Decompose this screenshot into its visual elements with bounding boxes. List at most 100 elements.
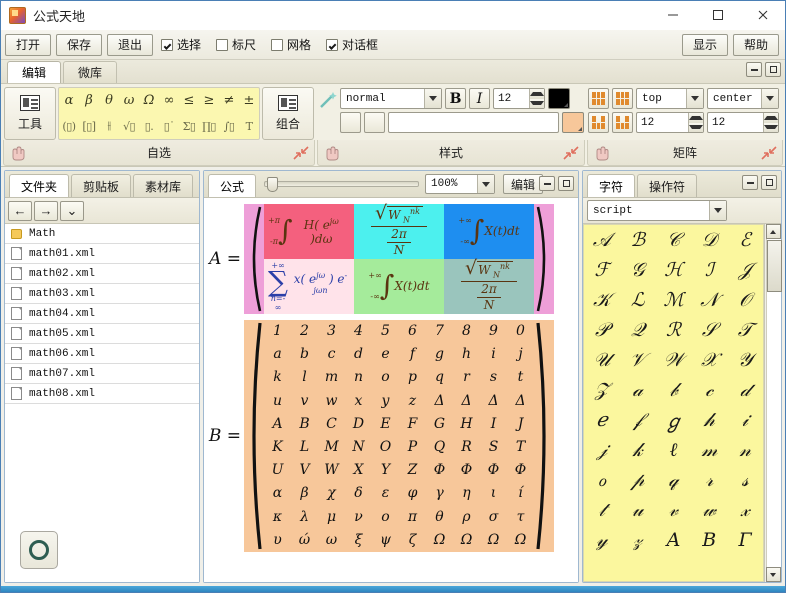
cell-b-9-7[interactable]: θ <box>426 506 453 528</box>
character-cell[interactable]: ℯ <box>584 405 620 435</box>
character-cell[interactable]: 𝓈 <box>727 465 763 495</box>
cell-b-10-6[interactable]: ζ <box>399 529 426 551</box>
matrix-cols-stepper[interactable]: 12 <box>707 112 779 133</box>
stepper-up[interactable] <box>689 113 703 123</box>
list-item[interactable]: math04.xml <box>5 304 199 324</box>
cell-b-7-3[interactable]: W <box>318 459 345 481</box>
cell-b-4-7[interactable]: Δ <box>426 390 453 412</box>
center-minimize-button[interactable] <box>539 176 555 191</box>
character-cell[interactable]: ℐ <box>691 255 727 285</box>
combine-button[interactable]: 组合 <box>262 87 314 140</box>
cell-b-8-8[interactable]: η <box>453 482 480 504</box>
character-cell[interactable]: 𝓅 <box>620 465 656 495</box>
cell-b-4-10[interactable]: Δ <box>507 390 534 412</box>
character-cell[interactable]: 𝓌 <box>691 495 727 525</box>
stepper-up[interactable] <box>530 89 544 99</box>
window-close-button[interactable] <box>740 1 785 29</box>
character-cell[interactable]: 𝒱 <box>620 345 656 375</box>
cell-b-6-5[interactable]: O <box>372 436 399 458</box>
character-cell[interactable]: 𝓊 <box>620 495 656 525</box>
cell-b-1-3[interactable]: 3 <box>318 320 345 342</box>
cell-b-5-7[interactable]: G <box>426 413 453 435</box>
symbol-infinity[interactable]: ∞ <box>159 88 179 114</box>
matrix-insert-col-icon[interactable] <box>612 88 633 109</box>
cell-b-3-8[interactable]: r <box>453 366 480 388</box>
tab-clipboard[interactable]: 剪贴板 <box>71 174 132 197</box>
cell-a-1-2[interactable]: √ W Nnk 2π N <box>354 204 444 259</box>
collapse-arrow-icon[interactable] <box>291 143 311 163</box>
matrix-rows-stepper[interactable]: 12 <box>636 112 704 133</box>
template-fraction[interactable]: ⫲ <box>99 114 119 140</box>
stepper-controls[interactable] <box>763 113 778 132</box>
scrollbar-thumb[interactable] <box>766 240 782 292</box>
nav-dropdown-button[interactable]: ⌄ <box>60 200 84 221</box>
cell-b-2-1[interactable]: a <box>264 343 291 365</box>
grid-checkbox[interactable]: 网格 <box>271 36 311 53</box>
stepper-down[interactable] <box>530 98 544 108</box>
edit-button[interactable]: 编辑 <box>503 174 544 194</box>
cell-b-1-5[interactable]: 5 <box>372 320 399 342</box>
template-sum[interactable]: Σ▯ <box>179 114 199 140</box>
list-item[interactable]: math07.xml <box>5 364 199 384</box>
cell-b-5-10[interactable]: J <box>507 413 534 435</box>
cell-b-1-4[interactable]: 4 <box>345 320 372 342</box>
character-cell[interactable]: 𝓍 <box>727 495 763 525</box>
select-checkbox[interactable]: 选择 <box>161 36 201 53</box>
cell-b-2-9[interactable]: i <box>480 343 507 365</box>
cell-b-10-8[interactable]: Ω <box>453 529 480 551</box>
template-sqrt[interactable]: √▯ <box>119 114 139 140</box>
cell-b-6-2[interactable]: L <box>291 436 318 458</box>
cell-b-9-10[interactable]: τ <box>507 506 534 528</box>
cell-b-2-7[interactable]: g <box>426 343 453 365</box>
cell-b-3-2[interactable]: l <box>291 366 318 388</box>
cell-b-3-5[interactable]: o <box>372 366 399 388</box>
cell-b-5-2[interactable]: B <box>291 413 318 435</box>
list-item[interactable]: math01.xml <box>5 244 199 264</box>
halign-combo[interactable]: center <box>707 88 779 109</box>
save-button[interactable]: 保存 <box>56 33 102 56</box>
character-cell[interactable]: 𝒬 <box>620 315 656 345</box>
character-scrollbar[interactable] <box>764 224 782 582</box>
template-subscript[interactable]: ▯. <box>139 114 159 140</box>
symbol-theta[interactable]: θ <box>99 88 119 114</box>
matrix-delete-row-icon[interactable] <box>588 112 609 133</box>
matrix-insert-row-icon[interactable] <box>588 88 609 109</box>
cell-b-2-8[interactable]: h <box>453 343 480 365</box>
character-cell[interactable]: 𝓆 <box>656 465 692 495</box>
cell-b-8-4[interactable]: δ <box>345 482 372 504</box>
cell-b-9-1[interactable]: κ <box>264 506 291 528</box>
list-item[interactable]: math05.xml <box>5 324 199 344</box>
cell-b-1-8[interactable]: 8 <box>453 320 480 342</box>
character-cell[interactable]: ℊ <box>656 405 692 435</box>
display-button[interactable]: 显示 <box>682 33 728 56</box>
circle-tool-button[interactable] <box>20 531 58 569</box>
cell-b-1-7[interactable]: 7 <box>426 320 453 342</box>
cell-b-8-1[interactable]: α <box>264 482 291 504</box>
character-cell[interactable]: 𝒜 <box>584 225 620 255</box>
character-cell[interactable]: 𝒵 <box>584 375 620 405</box>
cell-b-6-7[interactable]: Q <box>426 436 453 458</box>
symbol-less-equal[interactable]: ≤ <box>179 88 199 114</box>
character-cell[interactable]: 𝒴 <box>727 345 763 375</box>
character-cell[interactable]: 𝒹 <box>727 375 763 405</box>
cell-b-7-9[interactable]: Φ <box>480 459 507 481</box>
character-cell[interactable]: 𝓂 <box>691 435 727 465</box>
file-list[interactable]: Math math01.xml math02.xml math03.xml ma… <box>5 224 199 526</box>
cell-b-10-5[interactable]: ψ <box>372 529 399 551</box>
character-cell[interactable]: ℱ <box>584 255 620 285</box>
template-product[interactable]: ∏▯ <box>199 114 219 140</box>
nav-back-button[interactable]: ← <box>8 200 32 221</box>
cell-b-10-4[interactable]: ξ <box>345 529 372 551</box>
cell-b-8-2[interactable]: β <box>291 482 318 504</box>
character-cell[interactable]: 𝒥 <box>727 255 763 285</box>
cell-b-3-6[interactable]: p <box>399 366 426 388</box>
style-toggle-b[interactable] <box>364 112 385 133</box>
cell-b-10-1[interactable]: υ <box>264 529 291 551</box>
tab-material-library[interactable]: 素材库 <box>133 174 194 197</box>
right-minimize-button[interactable] <box>742 175 758 190</box>
character-cell[interactable]: ℛ <box>656 315 692 345</box>
fill-color-swatch[interactable] <box>562 112 584 133</box>
character-cell[interactable]: 𝒞 <box>656 225 692 255</box>
cell-b-4-3[interactable]: w <box>318 390 345 412</box>
character-cell[interactable]: 𝒲 <box>656 345 692 375</box>
